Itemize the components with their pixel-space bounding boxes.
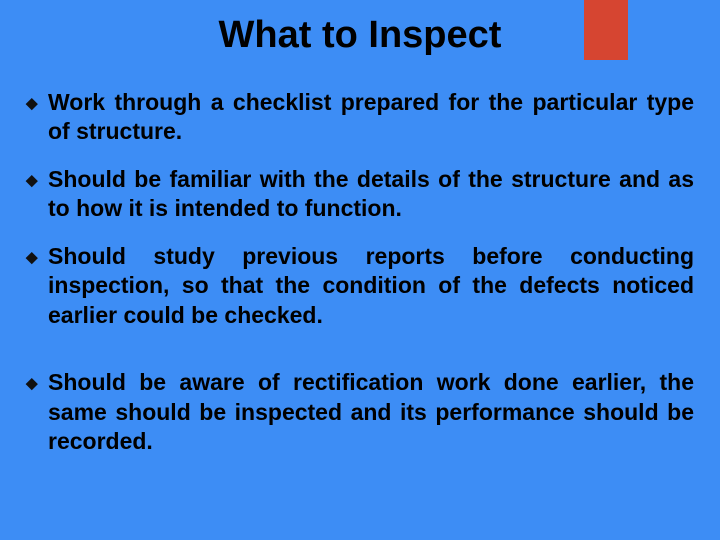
list-item: ◆ Should be familiar with the details of…	[26, 165, 694, 224]
list-item: ◆ Should study previous reports before c…	[26, 242, 694, 330]
diamond-bullet-icon: ◆	[26, 94, 38, 113]
bullet-list: ◆ Work through a checklist prepared for …	[26, 88, 694, 474]
diamond-bullet-icon: ◆	[26, 171, 38, 190]
diamond-bullet-icon: ◆	[26, 374, 38, 393]
list-item: ◆ Should be aware of rectification work …	[26, 368, 694, 456]
list-item-text: Work through a checklist prepared for th…	[48, 89, 694, 144]
diamond-bullet-icon: ◆	[26, 248, 38, 267]
list-item: ◆ Work through a checklist prepared for …	[26, 88, 694, 147]
list-item-text: Should be aware of rectification work do…	[48, 369, 694, 454]
list-item-text: Should study previous reports before con…	[48, 243, 694, 328]
slide-title: What to Inspect	[0, 14, 720, 57]
list-item-text: Should be familiar with the details of t…	[48, 166, 694, 221]
